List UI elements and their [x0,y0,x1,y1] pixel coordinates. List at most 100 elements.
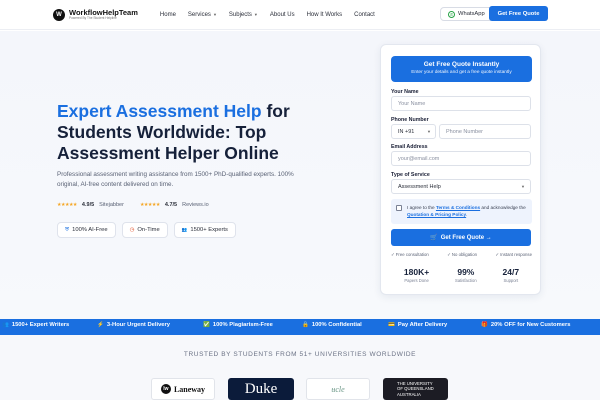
chevron-down-icon: ▼ [212,12,217,17]
hero-title-highlight: Expert Assessment Help [57,101,262,121]
nav-how-it-works[interactable]: How It Works [307,12,343,18]
pricing-policy-link[interactable]: Quotation & Pricing Policy [407,212,466,217]
form-subtitle: Enter your details and get a free quote … [411,70,512,75]
nav-contact[interactable]: Contact [354,12,375,18]
ticker-item: 🔒 100% Confidential [302,322,362,328]
stat-label: Papers Done [404,278,429,283]
logo-subtitle: Powered By The Student Helpline [69,16,117,21]
badge-label: On-Time [137,227,160,233]
users-icon: 👥 [2,322,9,328]
nav-subjects-label: Subjects [228,11,252,18]
terms-checkbox[interactable] [396,205,402,211]
star-rating-icon: ★★★★★ [139,202,160,208]
chevron-down-icon: ▼ [427,129,431,134]
top-navbar: W WorkflowHelpTeam Powered By The Studen… [0,0,600,30]
university-logo-laneway: lw Laneway [151,378,215,400]
rating-source: Sitejabber [99,202,124,208]
nav-quote-button[interactable]: Get Free Quote [489,6,548,21]
features-ticker: 👥 1500+ Expert Writers ⚡ 3-Hour Urgent Del… [0,319,600,335]
form-stats: 180K+ Papers Done 99% Satisfaction 24/7 … [391,267,532,283]
badge-experts: 👥 1500+ Experts [173,222,236,238]
rating-value: 4.9/5 [81,202,95,208]
stat-value: 180K+ [403,267,430,277]
badge-label: 1500+ Experts [190,227,228,233]
star-rating-icon: ★★★★★ [57,202,77,208]
gift-icon: 🎁 [481,322,488,328]
ticker-label: 20% OFF for New Customers [490,322,571,328]
nav-how-label: How It Works [306,11,343,18]
terms-text: I agree to the Terms & Conditions and ac… [407,204,529,218]
stat-satisfaction: 99% Satisfaction [455,267,477,283]
ticker-label: 100% Plagiarism-Free [212,322,273,328]
quote-form-card: Get Free Quote Instantly Enter your deta… [380,44,541,295]
service-select[interactable]: Assessment Help ▼ [391,179,531,194]
ticker-label: Pay After Delivery [397,322,448,328]
stat-label: Support [503,278,519,283]
nav-subjects[interactable]: Subjects ▼ [229,12,258,18]
stat-support: 24/7 Support [503,267,520,283]
terms-link[interactable]: Terms & Conditions [436,205,480,210]
whatsapp-label: WhatsApp [458,11,485,17]
service-label: Type of Service [391,172,430,178]
ratings-row: ★★★★★ 4.9/5 Sitejabber ★★★★★ 4.7/5 Revie… [57,202,209,208]
nav-services-label: Services [187,11,211,18]
ticker-label: 1500+ Expert Writers [11,322,70,328]
university-name: Duke [244,380,278,397]
check-icon: ✅ [203,322,210,328]
badge-label: 100% AI-Free [72,227,108,233]
feature-badges: ⛨ 100% AI-Free ◷ On-Time 👥 1500+ Experts [57,222,236,238]
form-header: Get Free Quote Instantly Enter your deta… [391,56,532,82]
form-title: Get Free Quote Instantly [423,61,500,68]
country-code-select[interactable]: IN +91 ▼ [391,124,436,139]
form-perks: ✓ Free consultation ✓ No obligation ✓ In… [391,252,532,258]
name-input[interactable]: Your Name [391,96,531,111]
ticker-label: 3-Hour Urgent Delivery [106,322,170,328]
stat-value: 24/7 [502,267,520,277]
phone-input[interactable]: Phone Number [439,124,531,139]
terms-agreement: I agree to the Terms & Conditions and ac… [391,199,532,224]
ticker-item: ✅ 100% Plagiarism-Free [203,322,273,328]
card-icon: 💳 [388,322,395,328]
cart-icon: 🛒 [430,235,438,241]
nav-services[interactable]: Services ▼ [188,12,217,18]
university-logo-queensland: THE UNIVERSITY OF QUEENSLAND AUSTRALIA [383,378,448,400]
nav-home[interactable]: Home [160,12,176,18]
stat-value: 99% [457,267,475,277]
service-value: Assessment Help [398,183,441,190]
stat-label: Satisfaction [455,278,477,283]
university-name: Laneway [173,384,206,394]
country-code-value: IN +91 [398,128,415,135]
rating-source: Reviews.io [182,202,209,208]
ticker-item: 🎁 20% OFF for New Customers [481,322,570,328]
laneway-logo-icon: lw [160,384,171,394]
phone-label: Phone Number [391,117,429,123]
chevron-down-icon: ▼ [253,12,258,17]
site-logo[interactable]: W WorkflowHelpTeam Powered By The Studen… [53,8,138,21]
lock-icon: 🔒 [302,322,309,328]
terms-pre: I agree to the [407,205,436,210]
email-input[interactable]: your@email.com [391,151,531,166]
perk-item: ✓ No obligation [447,252,478,257]
hero-description: Professional assessment writing assistan… [57,171,294,188]
ticker-item: ⚡ 3-Hour Urgent Delivery [97,322,170,328]
logo-title: WorkflowHelpTeam [69,7,138,17]
nav-links: Home Services ▼ Subjects ▼ About Us How It… [160,12,375,18]
nav-about[interactable]: About Us [270,12,295,18]
whatsapp-icon: ✆ [448,10,455,18]
logo-text: WorkflowHelpTeam Powered By The Student … [69,9,138,21]
university-name: ʉcle [331,384,345,394]
trusted-section [0,335,600,400]
university-logo-duke: Duke [228,378,294,400]
whatsapp-button[interactable]: ✆ WhatsApp [440,7,493,21]
ticker-item: 💳 Pay After Delivery [388,322,447,328]
nav-contact-label: Contact [354,11,375,18]
clock-icon: ◷ [129,227,135,233]
badge-ai-free: ⛨ 100% AI-Free [57,222,116,238]
nav-home-label: Home [159,11,176,18]
logo-mark-icon: W [53,8,65,21]
badge-on-time: ◷ On-Time [121,222,168,238]
trusted-title: TRUSTED BY STUDENTS FROM 51+ UNIVERSITIE… [183,351,417,358]
perk-item: ✓ Free consultation [391,252,429,257]
rating-value: 4.7/5 [164,202,178,208]
submit-quote-button[interactable]: 🛒 Get Free Quote → [391,229,531,246]
